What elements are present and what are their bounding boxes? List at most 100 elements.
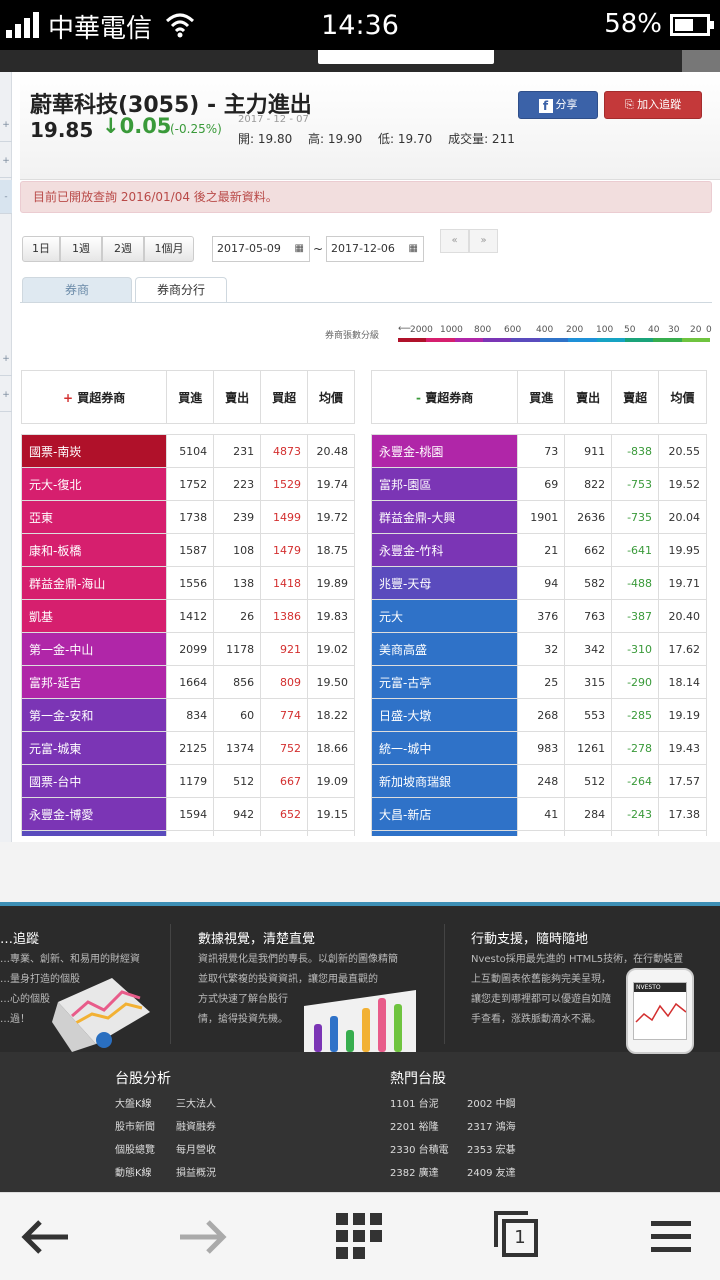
footer-link[interactable]: 2382 廣達 <box>390 1164 439 1179</box>
broker-name-cell[interactable]: 國票-南崁 <box>20 434 168 468</box>
sell-cell: 284 <box>564 797 613 831</box>
table-row[interactable]: 兆豐-天母 94 582 -488 19.71 <box>370 566 707 600</box>
buy-cell: 697 <box>166 830 215 836</box>
footer-link[interactable]: 1101 台泥 <box>390 1095 439 1110</box>
broker-name-cell[interactable]: 台灣企銀-竹北 <box>370 830 519 836</box>
table-row[interactable]: 大昌-新店 41 284 -243 17.38 <box>370 797 707 831</box>
broker-name-cell[interactable]: 元大-復北 <box>20 467 168 501</box>
net-buy-table: + 買超券商 買進 賣出 買超 均價 國票-南崁 5104 231 4873 20.48… <box>20 370 355 836</box>
broker-name-cell[interactable]: 元大 <box>370 599 519 633</box>
broker-name-cell[interactable]: 永豐金-竹科 <box>370 533 519 567</box>
broker-name-cell[interactable]: 宏遠 <box>20 830 168 836</box>
table-row[interactable]: 國票-台中 1179 512 667 19.09 <box>20 764 355 798</box>
table-row[interactable]: 永豐金-桃園 73 911 -838 20.55 <box>370 434 707 468</box>
table-row[interactable]: 永豐金-竹科 21 662 -641 19.95 <box>370 533 707 567</box>
broker-name-cell[interactable]: 兆豐-天母 <box>370 566 519 600</box>
footer-link[interactable]: 2317 鴻海 <box>467 1118 516 1133</box>
col-net-buy[interactable]: 買超 <box>260 370 309 424</box>
broker-name-cell[interactable]: 元富-城東 <box>20 731 168 765</box>
table-row[interactable]: 元富-古亭 25 315 -290 18.14 <box>370 665 707 699</box>
sell-cell: 223 <box>213 467 262 501</box>
broker-name-cell[interactable]: 第一金-安和 <box>20 698 168 732</box>
col-buy[interactable]: 買進 <box>517 370 566 424</box>
back-arrow-icon[interactable] <box>20 1217 70 1257</box>
footer-link[interactable]: 三大法人 <box>176 1095 216 1110</box>
table-row[interactable]: 美商高盛 32 342 -310 17.62 <box>370 632 707 666</box>
table-row[interactable]: 永豐金-博愛 1594 942 652 19.15 <box>20 797 355 831</box>
table-row[interactable]: 凱基 1412 26 1386 19.83 <box>20 599 355 633</box>
broker-name-cell[interactable]: 國票-台中 <box>20 764 168 798</box>
broker-name-cell[interactable]: 新加坡商瑞銀 <box>370 764 519 798</box>
sell-cell: 1374 <box>213 731 262 765</box>
table-row[interactable]: 元大 376 763 -387 20.40 <box>370 599 707 633</box>
footer-link[interactable]: 每月營收 <box>176 1141 216 1156</box>
broker-name-cell[interactable]: 永豐金-桃園 <box>370 434 519 468</box>
broker-name-cell[interactable]: 群益金鼎-大興 <box>370 500 519 534</box>
broker-name-cell[interactable]: 亞東 <box>20 500 168 534</box>
footer-link[interactable]: 2353 宏碁 <box>467 1141 516 1156</box>
footer-link[interactable]: 2409 友達 <box>467 1164 516 1179</box>
footer-link[interactable]: 2002 中鋼 <box>467 1095 516 1110</box>
table-row[interactable]: 宏遠69718950819.52 <box>20 830 355 836</box>
table-row[interactable]: 日盛-大墩 268 553 -285 19.19 <box>370 698 707 732</box>
net-cell: -243 <box>611 797 660 831</box>
col-buy-broker[interactable]: + 買超券商 <box>20 370 168 424</box>
broker-name-cell[interactable]: 富邦-延吉 <box>20 665 168 699</box>
net-cell: 1499 <box>260 500 309 534</box>
sell-cell: 662 <box>564 533 613 567</box>
footer-link[interactable]: 2201 裕隆 <box>390 1118 439 1133</box>
buy-cell: 1738 <box>166 500 215 534</box>
sell-cell: 26 <box>213 599 262 633</box>
footer-link[interactable]: 融資融券 <box>176 1118 216 1133</box>
forward-arrow-icon[interactable] <box>178 1217 228 1257</box>
buy-cell: 2099 <box>166 632 215 666</box>
net-cell: -641 <box>611 533 660 567</box>
sell-cell: 1178 <box>213 632 262 666</box>
broker-name-cell[interactable]: 美商高盛 <box>370 632 519 666</box>
tabs-switcher-button[interactable]: 1 <box>494 1211 540 1259</box>
broker-name-cell[interactable]: 大昌-新店 <box>370 797 519 831</box>
table-row[interactable]: 台灣企銀-竹北35271-23618.53 <box>370 830 707 836</box>
sell-cell: 231 <box>213 434 262 468</box>
table-row[interactable]: 群益金鼎-大興 1901 2636 -735 20.04 <box>370 500 707 534</box>
footer-link[interactable]: 股市新聞 <box>115 1118 155 1133</box>
table-row[interactable]: 第一金-安和 834 60 774 18.22 <box>20 698 355 732</box>
broker-name-cell[interactable]: 群益金鼎-海山 <box>20 566 168 600</box>
footer-link[interactable]: 2330 台積電 <box>390 1141 449 1156</box>
col-sell[interactable]: 賣出 <box>564 370 613 424</box>
table-row[interactable]: 國票-南崁 5104 231 4873 20.48 <box>20 434 355 468</box>
col-sell[interactable]: 賣出 <box>213 370 262 424</box>
footer-link[interactable]: 大盤K線 <box>115 1095 152 1110</box>
col-sell-broker[interactable]: - 賣超券商 <box>370 370 519 424</box>
table-row[interactable]: 亞東 1738 239 1499 19.72 <box>20 500 355 534</box>
buy-cell: 41 <box>517 797 566 831</box>
broker-name-cell[interactable]: 富邦-園區 <box>370 467 519 501</box>
broker-name-cell[interactable]: 元富-古亭 <box>370 665 519 699</box>
table-row[interactable]: 第一金-中山 2099 1178 921 19.02 <box>20 632 355 666</box>
avg-price-cell: 17.38 <box>658 797 707 831</box>
table-row[interactable]: 元大-復北 1752 223 1529 19.74 <box>20 467 355 501</box>
broker-name-cell[interactable]: 永豐金-博愛 <box>20 797 168 831</box>
broker-name-cell[interactable]: 日盛-大墩 <box>370 698 519 732</box>
table-row[interactable]: 群益金鼎-海山 1556 138 1418 19.89 <box>20 566 355 600</box>
broker-name-cell[interactable]: 康和-板橋 <box>20 533 168 567</box>
col-buy[interactable]: 買進 <box>166 370 215 424</box>
broker-name-cell[interactable]: 凱基 <box>20 599 168 633</box>
footer-link[interactable]: 個股總覽 <box>115 1141 155 1156</box>
col-net-sell[interactable]: 賣超 <box>611 370 660 424</box>
buy-cell: 5104 <box>166 434 215 468</box>
broker-name-cell[interactable]: 統一-城中 <box>370 731 519 765</box>
broker-name-cell[interactable]: 第一金-中山 <box>20 632 168 666</box>
table-row[interactable]: 富邦-園區 69 822 -753 19.52 <box>370 467 707 501</box>
apps-grid-icon[interactable] <box>336 1213 382 1259</box>
table-row[interactable]: 統一-城中 983 1261 -278 19.43 <box>370 731 707 765</box>
table-row[interactable]: 新加坡商瑞銀 248 512 -264 17.57 <box>370 764 707 798</box>
footer-link[interactable]: 動態K線 <box>115 1164 152 1179</box>
footer-link[interactable]: 損益概況 <box>176 1164 216 1179</box>
menu-icon[interactable] <box>651 1221 691 1253</box>
col-avg[interactable]: 均價 <box>658 370 707 424</box>
table-row[interactable]: 元富-城東 2125 1374 752 18.66 <box>20 731 355 765</box>
table-row[interactable]: 富邦-延吉 1664 856 809 19.50 <box>20 665 355 699</box>
table-row[interactable]: 康和-板橋 1587 108 1479 18.75 <box>20 533 355 567</box>
col-avg[interactable]: 均價 <box>307 370 355 424</box>
